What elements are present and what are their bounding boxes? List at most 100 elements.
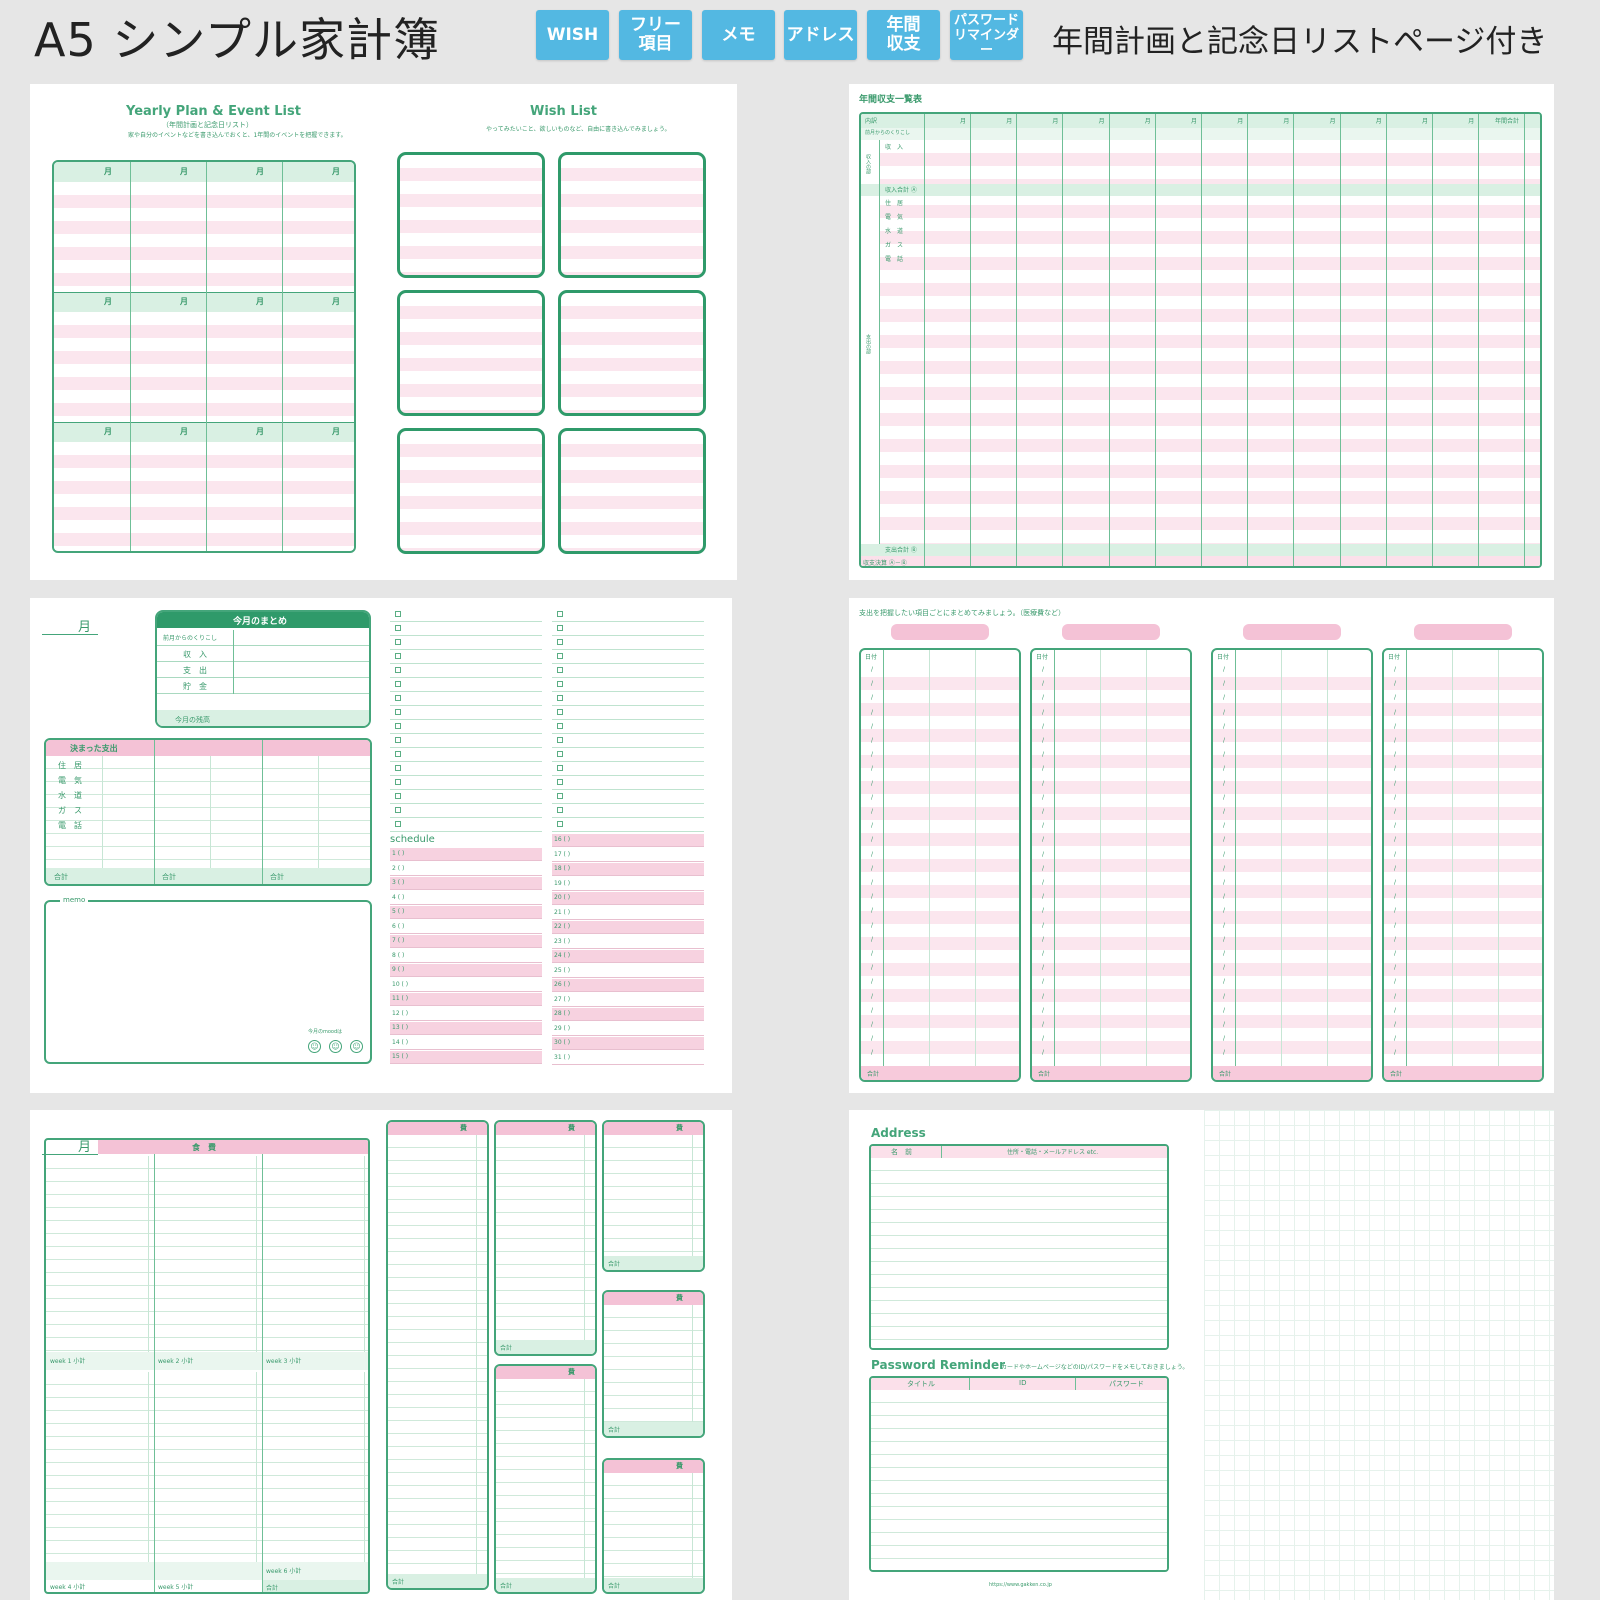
category-total: 合計 — [1219, 1071, 1232, 1078]
date-slash: / — [871, 808, 874, 815]
week-subtotal: week 5 小計 — [158, 1584, 194, 1591]
annual-income: 収 入 — [885, 144, 904, 151]
schedule-day: 2 ( ) — [392, 864, 405, 872]
fixed-total-label: 合計 — [270, 873, 284, 881]
schedule-day: 13 ( ) — [392, 1024, 409, 1031]
annual-expense-item: 住 居 — [885, 200, 904, 207]
annual-balance: 収支決算 Ⓐ－Ⓑ — [863, 560, 907, 567]
date-slash: / — [871, 694, 874, 702]
date-slash: / — [871, 822, 874, 830]
annual-month: 月 — [1329, 118, 1336, 125]
schedule-day: 6 ( ) — [392, 922, 405, 930]
month-label: 月 — [332, 297, 340, 306]
date-slash: / — [1223, 935, 1226, 943]
date-slash: / — [1042, 836, 1045, 844]
month-label: 月 — [332, 167, 340, 176]
schedule-label: schedule — [390, 834, 435, 845]
address-col-info: 住所・電話・メールアドレス etc. — [1007, 1149, 1099, 1156]
month-label: 月 — [180, 427, 188, 436]
schedule-day: 10 ( ) — [392, 980, 409, 988]
date-slash: / — [1042, 751, 1045, 759]
date-slash: / — [1223, 737, 1226, 744]
week-subtotal: week 2 小計 — [158, 1358, 194, 1365]
schedule-day: 19 ( ) — [554, 879, 571, 887]
schedule-day: 3 ( ) — [392, 879, 405, 886]
summary-title: 今月のまとめ — [233, 617, 288, 627]
schedule-day: 23 ( ) — [554, 937, 571, 945]
date-slash: / — [871, 1035, 874, 1043]
date-slash: / — [871, 765, 874, 773]
schedule-day: 9 ( ) — [392, 966, 405, 973]
date-slash: / — [1223, 1035, 1226, 1043]
grid-paper — [1204, 1110, 1554, 1600]
date-slash: / — [1223, 964, 1226, 972]
schedule-day: 11 ( ) — [392, 995, 409, 1002]
address-page: Address 名 前 住所・電話・メールアドレス etc. Password … — [849, 1110, 1554, 1600]
page-title: A5 シンプル家計簿 — [34, 13, 440, 67]
date-slash: / — [1042, 793, 1045, 801]
fixed-item: 住 居 — [58, 761, 82, 770]
annual-expense-item: ガ ス — [885, 242, 904, 249]
date-slash: / — [1042, 1006, 1045, 1014]
category-total: 合計 — [1390, 1071, 1403, 1078]
password-title: Password Reminder — [871, 1358, 1006, 1372]
address-table: 名 前 住所・電話・メールアドレス etc. — [869, 1144, 1169, 1350]
date-slash: / — [1394, 864, 1397, 872]
date-slash: / — [871, 921, 874, 929]
cost-total: 合計 — [608, 1583, 621, 1590]
date-slash: / — [1394, 722, 1397, 730]
date-label: 日付 — [1217, 654, 1230, 661]
annual-head-left: 内訳 — [865, 118, 878, 125]
page-subtitle: 年間計画と記念日リストページ付き — [1052, 24, 1548, 60]
annual-month: 月 — [1098, 118, 1105, 125]
password-note: カードやホームページなどのID/パスワードをメモしておきましょう。 — [1001, 1364, 1189, 1371]
date-slash: / — [1223, 893, 1226, 901]
date-slash: / — [871, 737, 874, 744]
date-slash: / — [1042, 808, 1045, 815]
date-slash: / — [871, 722, 874, 730]
date-slash: / — [1223, 822, 1226, 830]
date-label: 日付 — [1388, 654, 1401, 661]
date-slash: / — [871, 978, 874, 986]
date-slash: / — [1394, 836, 1397, 844]
date-slash: / — [1394, 950, 1397, 957]
food-total: 合計 — [266, 1585, 279, 1592]
schedule-day: 25 ( ) — [554, 966, 571, 974]
annual-month: 月 — [1191, 118, 1198, 125]
date-slash: / — [1042, 765, 1045, 773]
annual-month: 月 — [1144, 118, 1151, 125]
cost-column: 費合計 — [494, 1120, 597, 1356]
date-slash: / — [1394, 879, 1397, 886]
fixed-item: 電 気 — [58, 776, 82, 785]
date-slash: / — [1394, 850, 1397, 858]
memo-box: ☺ ☺ ☺ 今月のmoodは — [44, 900, 372, 1064]
fixed-item: 電 話 — [58, 821, 82, 830]
date-slash: / — [1394, 935, 1397, 943]
annual-month: 月 — [960, 118, 967, 125]
date-slash: / — [1223, 850, 1226, 858]
address-col-name: 名 前 — [891, 1148, 912, 1156]
monthly-page: 月 今月のまとめ 前月からのくりこし収 入支 出貯 金 今月の残高 決まった支出… — [30, 598, 732, 1093]
date-slash: / — [1042, 907, 1045, 915]
wish-box — [558, 152, 706, 278]
date-slash: / — [871, 680, 874, 688]
date-slash: / — [1042, 950, 1045, 957]
date-slash: / — [1394, 793, 1397, 801]
date-slash: / — [1042, 779, 1045, 787]
schedule-day: 12 ( ) — [392, 1009, 409, 1017]
date-slash: / — [871, 1049, 874, 1057]
annual-income-total: 収入合計 Ⓐ — [885, 187, 917, 194]
monthly-month: 月 — [78, 620, 92, 635]
cost-label: 費 — [676, 1294, 683, 1302]
annual-income-side: 収入の部 — [865, 154, 871, 174]
date-slash: / — [1394, 708, 1397, 716]
date-slash: / — [871, 864, 874, 872]
date-slash: / — [1223, 680, 1226, 688]
annual-title: 年間収支一覧表 — [859, 95, 923, 105]
category-page: 支出を把握したい項目ごとにまとめてみましょう。（医療費など） 日付 / / / / / / /… — [849, 598, 1554, 1093]
schedule-day: 14 ( ) — [392, 1038, 409, 1046]
schedule-day: 18 ( ) — [554, 865, 571, 872]
summary-box: 今月のまとめ 前月からのくりこし収 入支 出貯 金 今月の残高 — [155, 610, 371, 728]
memo-label: memo — [60, 896, 89, 904]
food-page: 月 食 費 week 1 小計 week 2 小計 week 3 小計 week 4 小… — [30, 1110, 732, 1600]
